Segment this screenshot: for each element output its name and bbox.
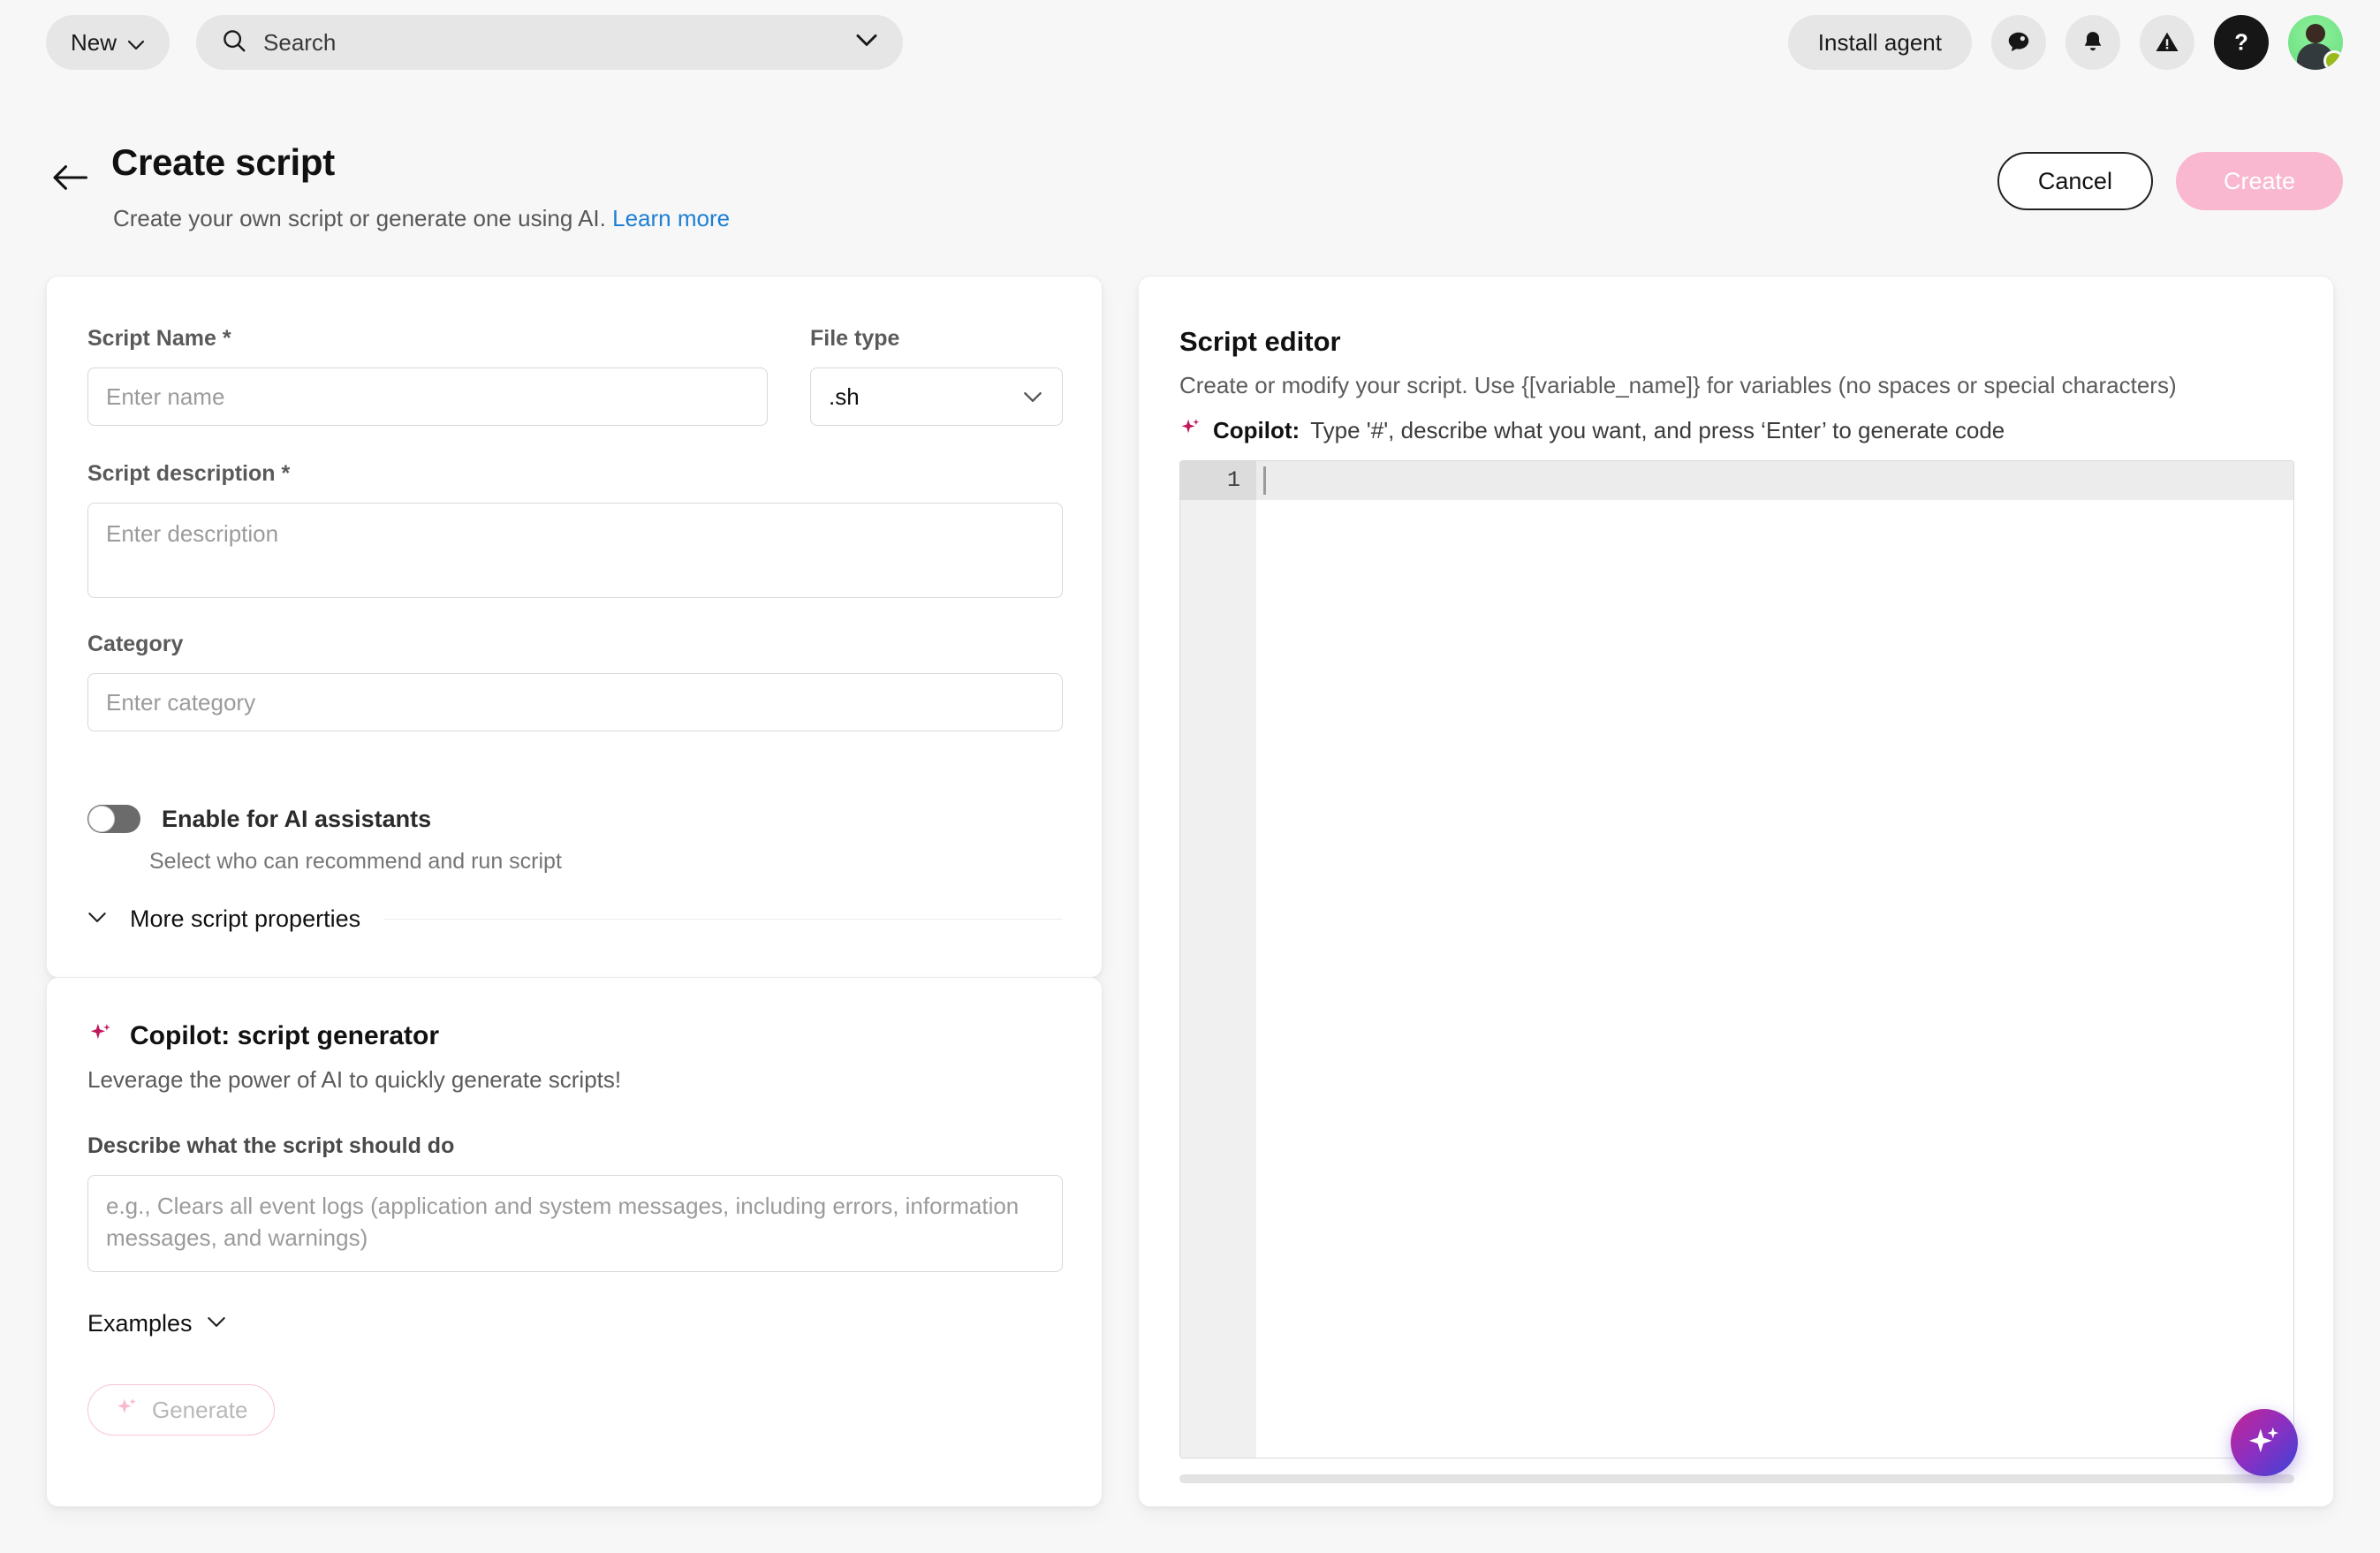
app-root: New Install agent (0, 0, 2380, 1553)
code-gutter: 1 (1180, 461, 1256, 1458)
search-chevron-down-icon[interactable] (855, 34, 878, 51)
chevron-down-icon (87, 912, 107, 928)
category-field: Category (87, 632, 1063, 731)
top-bar: New Install agent (0, 0, 2380, 85)
avatar-status-badge (2323, 50, 2343, 70)
more-script-properties-label: More script properties (130, 905, 361, 932)
code-text-area[interactable] (1256, 461, 2293, 1458)
script-description-field: Script description * (87, 461, 1063, 602)
ai-assistants-toggle-row: Enable for AI assistants (87, 805, 431, 833)
sparkle-icon (115, 1395, 140, 1426)
enable-ai-assistants-hint: Select who can recommend and run script (149, 849, 562, 874)
toggle-knob (88, 806, 115, 832)
sparkle-icon (1179, 416, 1202, 445)
avatar-head (2306, 24, 2325, 43)
chevron-down-icon (127, 29, 145, 57)
ai-assistant-fab[interactable] (2231, 1409, 2298, 1476)
generate-button-label: Generate (152, 1396, 248, 1423)
editor-copilot-prefix: Copilot: (1213, 417, 1300, 443)
new-button-label: New (71, 28, 117, 56)
editor-copilot-hint: Type '#', describe what you want, and pr… (1310, 417, 2005, 443)
file-type-value: .sh (829, 383, 860, 410)
more-script-properties-row[interactable]: More script properties (87, 905, 1063, 933)
active-line-highlight (1256, 461, 2293, 500)
text-cursor (1263, 466, 1266, 495)
page-subtitle: Create your own script or generate one u… (113, 205, 730, 232)
script-description-textarea[interactable] (87, 503, 1063, 598)
describe-script-field: Describe what the script should do (87, 1133, 1063, 1276)
create-button[interactable]: Create (2175, 152, 2343, 210)
top-bar-actions: Install agent ? (1787, 15, 2343, 70)
category-label: Category (87, 632, 184, 656)
new-button[interactable]: New (46, 15, 171, 70)
user-avatar[interactable] (2288, 15, 2343, 70)
divider (383, 919, 1063, 920)
describe-script-label: Describe what the script should do (87, 1133, 455, 1158)
enable-ai-assistants-toggle[interactable] (87, 805, 140, 833)
learn-more-link[interactable]: Learn more (612, 205, 730, 231)
code-editor[interactable]: 1 (1179, 460, 2294, 1458)
chat-bubble-icon[interactable] (1991, 15, 2046, 70)
script-name-field: Script Name * (87, 326, 768, 426)
describe-script-textarea[interactable] (87, 1175, 1063, 1272)
line-number: 1 (1180, 461, 1256, 500)
category-input[interactable] (87, 673, 1063, 731)
file-type-select[interactable]: .sh (810, 367, 1063, 426)
code-horizontal-scrollbar[interactable] (1179, 1474, 2294, 1483)
copilot-subtitle: Leverage the power of AI to quickly gene… (87, 1066, 622, 1093)
help-question-icon[interactable]: ? (2214, 15, 2269, 70)
file-type-field: File type .sh (810, 326, 1063, 426)
script-description-label: Script description * (87, 461, 291, 486)
page-header-actions: Cancel Create (1997, 152, 2343, 210)
script-editor-card: Script editor Create or modify your scri… (1138, 276, 2334, 1507)
alert-triangle-icon[interactable] (2140, 15, 2194, 70)
page-subtitle-text: Create your own script or generate one u… (113, 205, 606, 231)
chevron-down-icon (1023, 391, 1042, 407)
generate-button[interactable]: Generate (87, 1384, 276, 1436)
search-icon (221, 27, 247, 58)
install-agent-button[interactable]: Install agent (1787, 15, 1972, 70)
back-arrow-icon[interactable] (51, 159, 88, 196)
page-title: Create script (111, 141, 335, 183)
copilot-title: Copilot: script generator (130, 1020, 440, 1050)
examples-toggle[interactable]: Examples (87, 1310, 226, 1337)
search-bar[interactable] (196, 15, 904, 70)
script-name-label: Script Name * (87, 326, 231, 351)
script-details-card: Script Name * File type .sh Script descr… (46, 276, 1103, 978)
script-name-input[interactable] (87, 367, 768, 426)
file-type-label: File type (810, 326, 900, 351)
editor-copilot-hint-row: Copilot: Type '#', describe what you wan… (1179, 416, 2005, 445)
enable-ai-assistants-label: Enable for AI assistants (162, 805, 432, 832)
notification-bell-icon[interactable] (2065, 15, 2120, 70)
cancel-button[interactable]: Cancel (1997, 152, 2153, 210)
copilot-title-row: Copilot: script generator (87, 1020, 439, 1051)
sparkle-icon (87, 1020, 114, 1051)
script-editor-title: Script editor (1179, 326, 1341, 357)
copilot-script-generator-card: Copilot: script generator Leverage the p… (46, 977, 1103, 1507)
chevron-down-icon (207, 1316, 226, 1332)
examples-label: Examples (87, 1310, 193, 1337)
search-input[interactable] (263, 28, 856, 57)
svg-text:?: ? (2234, 31, 2248, 56)
sparkle-icon (2246, 1422, 2283, 1464)
script-editor-subtitle: Create or modify your script. Use {[vari… (1179, 372, 2177, 398)
